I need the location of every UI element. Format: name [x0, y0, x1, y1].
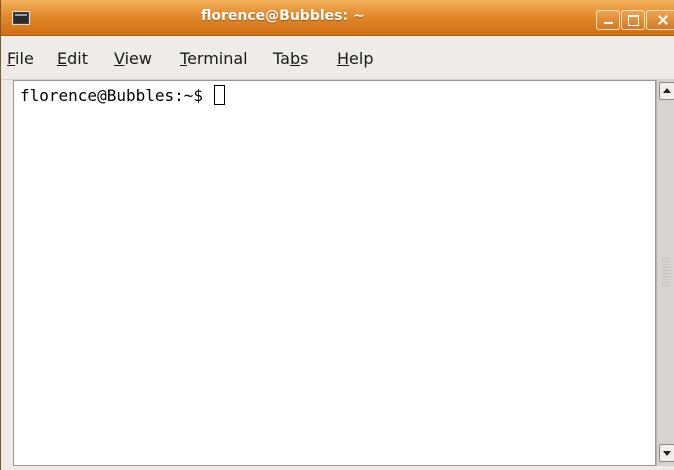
terminal-window: florence@Bubbles: ~ File Edit View Termi… [0, 0, 674, 470]
window-title: florence@Bubbles: ~ [201, 8, 365, 24]
scroll-grip[interactable] [662, 258, 671, 288]
terminal-area[interactable]: florence@Bubbles:~$ [13, 80, 656, 466]
text-cursor [213, 85, 225, 105]
title-bar[interactable]: florence@Bubbles: ~ [1, 0, 674, 36]
menu-file[interactable]: File [7, 49, 34, 68]
terminal-icon[interactable] [12, 11, 30, 25]
close-icon[interactable] [646, 10, 674, 30]
prompt-text: florence@Bubbles:~$ [20, 86, 213, 105]
scroll-down-icon[interactable] [659, 444, 674, 462]
menu-terminal[interactable]: Terminal [180, 49, 248, 68]
minimize-icon[interactable] [596, 10, 620, 30]
menu-view[interactable]: View [114, 49, 152, 68]
menu-help[interactable]: Help [337, 49, 373, 68]
scroll-up-icon[interactable] [659, 82, 674, 100]
menu-bar: File Edit View Terminal Tabs Help [1, 36, 674, 80]
menu-tabs[interactable]: Tabs [273, 49, 308, 68]
prompt-line: florence@Bubbles:~$ [20, 85, 225, 107]
maximize-icon[interactable] [621, 10, 645, 30]
vertical-scrollbar[interactable] [656, 80, 674, 466]
menu-edit[interactable]: Edit [57, 49, 88, 68]
